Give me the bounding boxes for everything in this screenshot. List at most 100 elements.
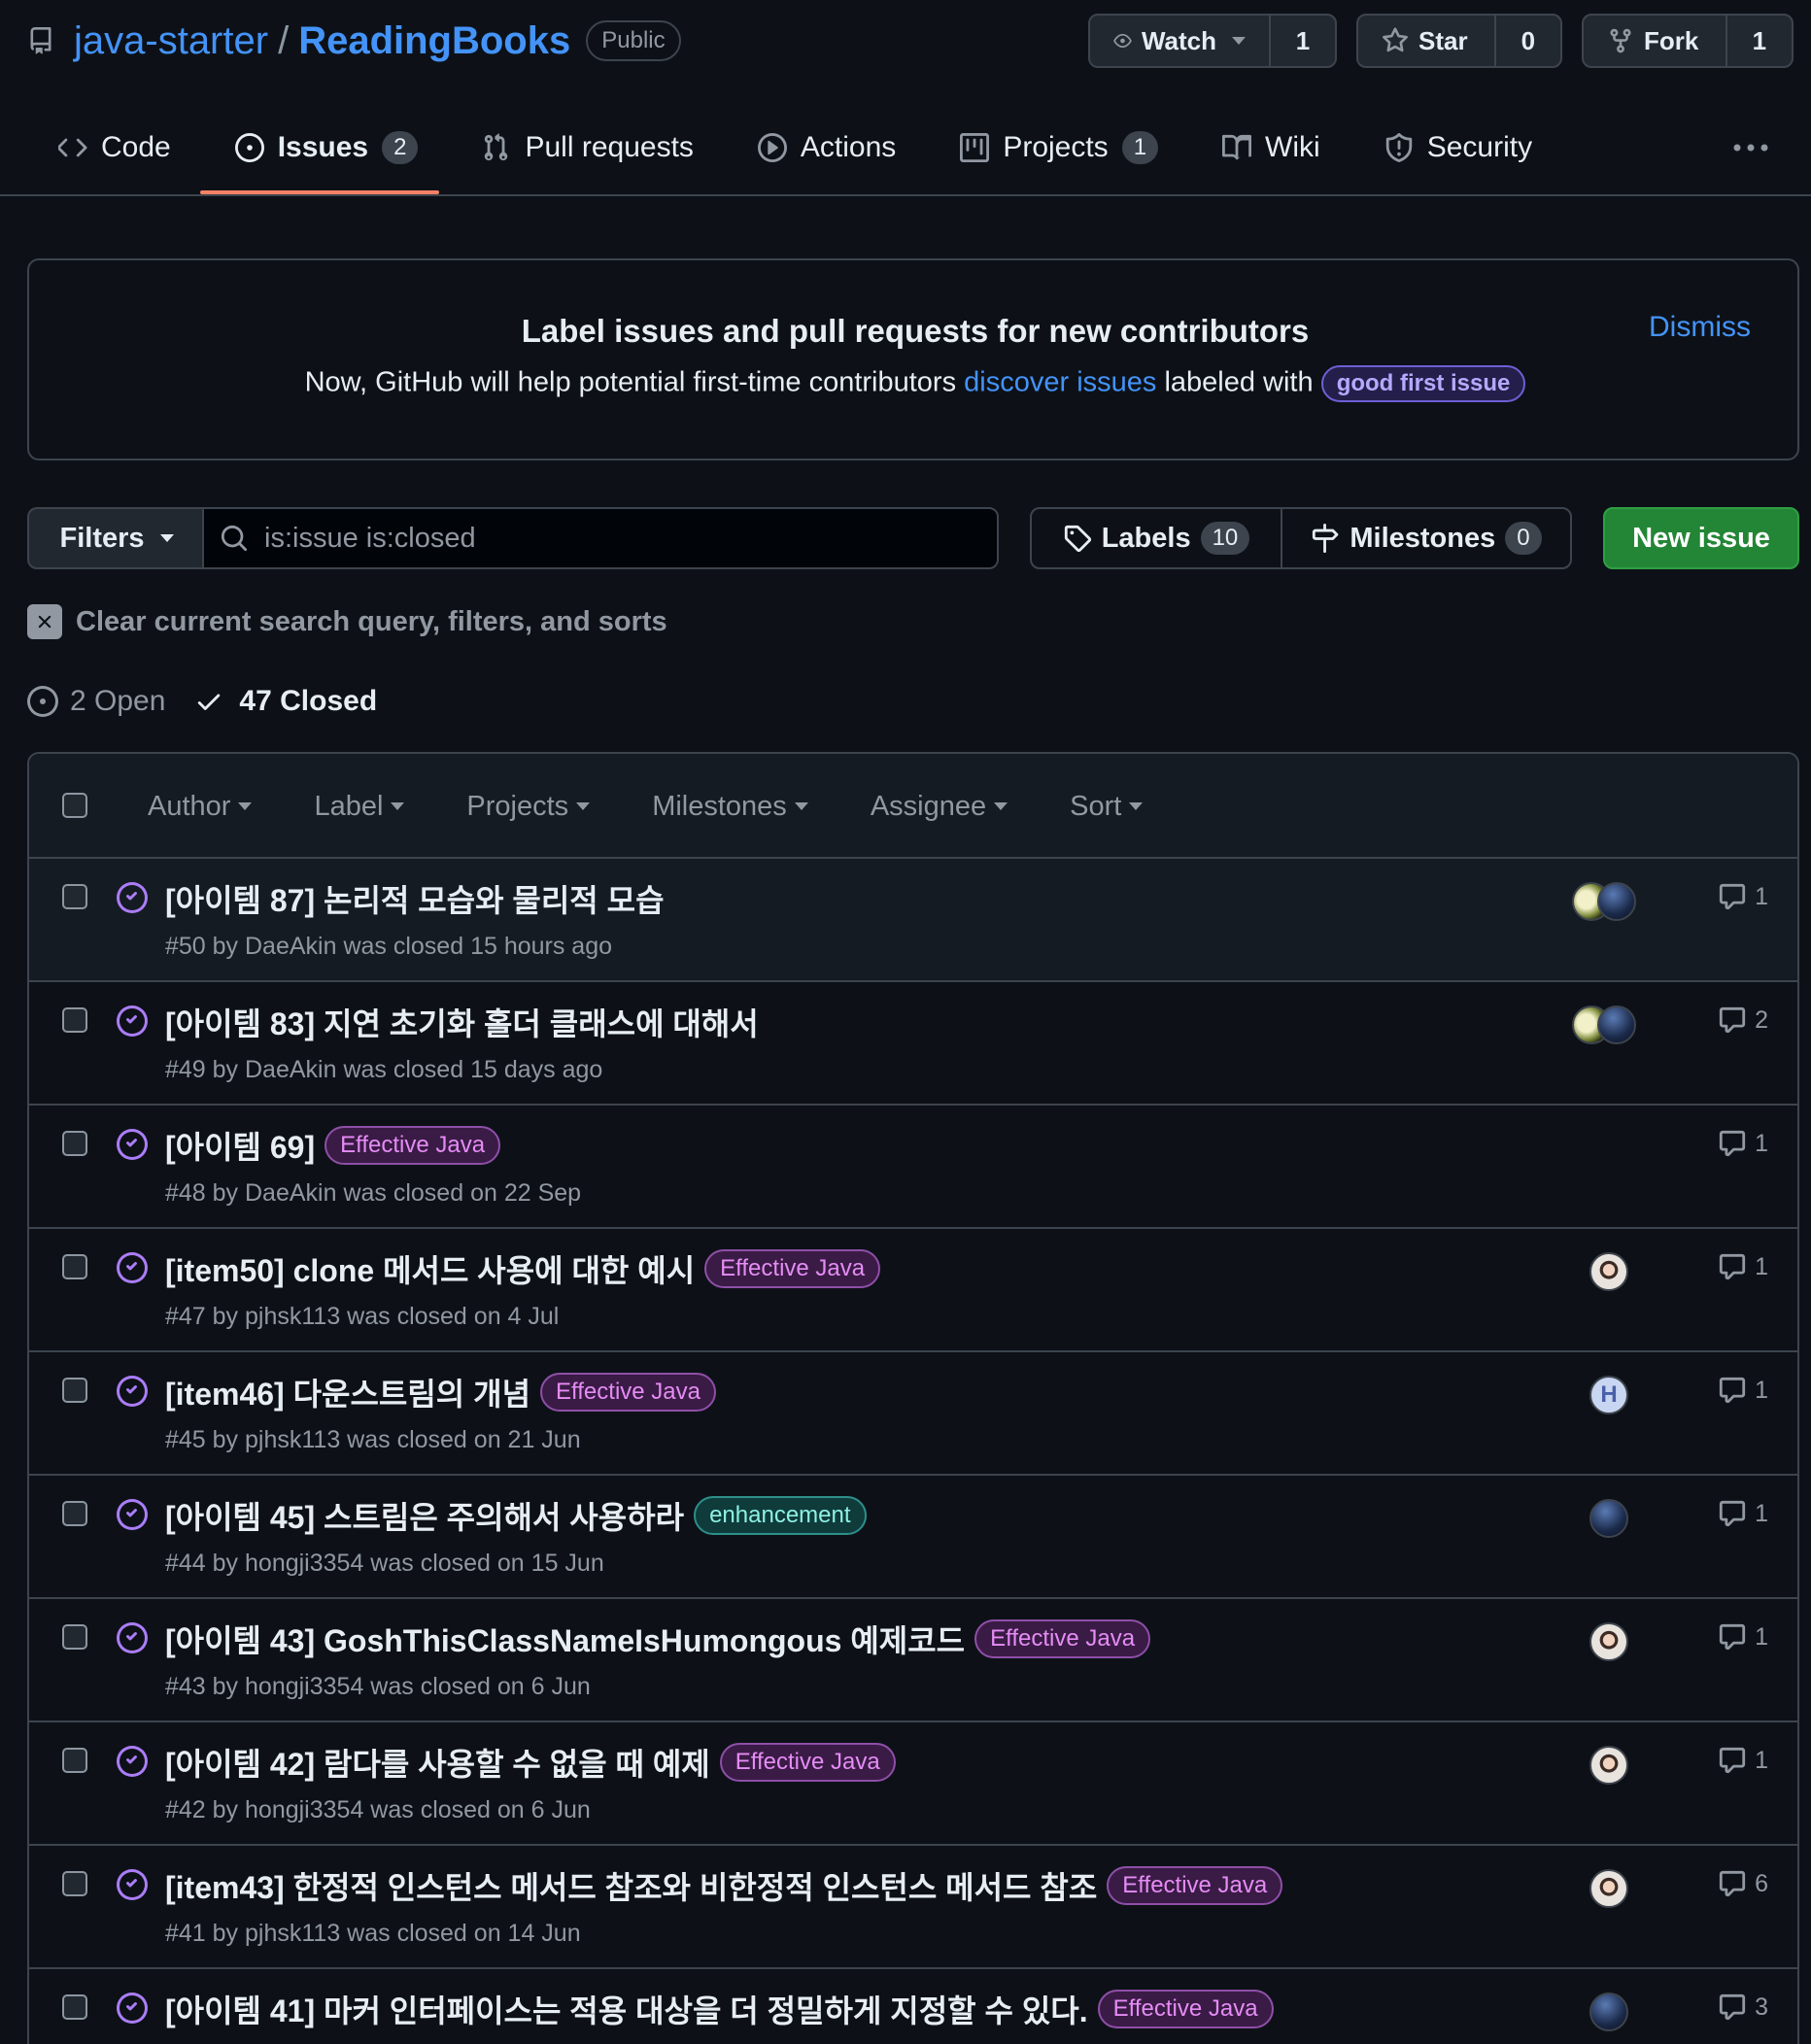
tab-wiki[interactable]: Wiki xyxy=(1222,119,1320,177)
issue-title-line: [아이템 83] 지연 초기화 홀더 클래스에 대해서 xyxy=(165,1000,759,1044)
comments-link[interactable]: 2 xyxy=(1718,1005,1768,1035)
issue-checkbox[interactable] xyxy=(62,1871,87,1896)
comments-link[interactable]: 3 xyxy=(1718,1993,1768,2022)
chevron-down-icon xyxy=(994,802,1008,810)
issue-checkbox[interactable] xyxy=(62,884,87,909)
star-count[interactable]: 0 xyxy=(1493,16,1560,66)
labels-button[interactable]: Labels 10 xyxy=(1032,509,1281,567)
issue-label[interactable]: Effective Java xyxy=(1107,1866,1283,1905)
fork-button[interactable]: Fork xyxy=(1584,16,1726,66)
comments-link[interactable]: 1 xyxy=(1718,882,1768,911)
star-button[interactable]: Star xyxy=(1358,16,1494,66)
comments-link[interactable]: 6 xyxy=(1718,1869,1768,1898)
tab-issues[interactable]: Issues 2 xyxy=(234,119,419,177)
comments-link[interactable]: 1 xyxy=(1718,1376,1768,1405)
avatar[interactable]: H xyxy=(1589,1376,1628,1414)
table-row[interactable]: [아이템 87] 논리적 모습와 물리적 모습 #50 by DaeAkin wa… xyxy=(29,859,1797,982)
table-row[interactable]: [아이템 41] 마커 인터페이스는 적용 대상을 더 정밀하게 지정할 수 있… xyxy=(29,1969,1797,2044)
tab-actions[interactable]: Actions xyxy=(757,119,896,177)
table-row[interactable]: [아이템 43] GoshThisClassNameIsHumongous 예제… xyxy=(29,1599,1797,1722)
author-filter[interactable]: Author xyxy=(148,791,253,823)
issue-checkbox[interactable] xyxy=(62,1994,87,2020)
avatar[interactable] xyxy=(1597,882,1636,921)
comment-count: 1 xyxy=(1755,882,1768,910)
label-filter[interactable]: Label xyxy=(314,791,405,823)
repo-name-link[interactable]: ReadingBooks xyxy=(298,19,570,63)
table-row[interactable]: [아이템 42] 람다를 사용할 수 없을 때 예제 Effective Java… xyxy=(29,1722,1797,1846)
visibility-badge: Public xyxy=(586,20,681,61)
issue-title-line: [item46] 다운스트림의 개념 Effective Java xyxy=(165,1370,716,1414)
table-row[interactable]: [item46] 다운스트림의 개념 Effective Java #45 by p… xyxy=(29,1352,1797,1476)
sort-filter[interactable]: Sort xyxy=(1070,791,1144,823)
tab-security[interactable]: Security xyxy=(1384,119,1532,177)
comment-icon xyxy=(1719,1500,1746,1527)
avatar[interactable] xyxy=(1589,1252,1628,1291)
issue-checkbox[interactable] xyxy=(62,1378,87,1403)
avatar[interactable] xyxy=(1589,1869,1628,1908)
new-issue-button[interactable]: New issue xyxy=(1603,507,1799,569)
issue-title-link[interactable]: [item50] clone 메서드 사용에 대한 예시 xyxy=(165,1246,695,1291)
comments-link[interactable]: 1 xyxy=(1718,1129,1768,1158)
closed-state xyxy=(117,1499,148,1530)
issue-title-link[interactable]: [아이템 45] 스트림은 주의해서 사용하라 xyxy=(165,1493,684,1538)
issue-title-link[interactable]: [아이템 87] 논리적 모습와 물리적 모습 xyxy=(165,876,665,921)
dismiss-button[interactable]: Dismiss xyxy=(1649,311,1751,344)
issue-title-link[interactable]: [아이템 41] 마커 인터페이스는 적용 대상을 더 정밀하게 지정할 수 있… xyxy=(165,1987,1088,2031)
discover-issues-link[interactable]: discover issues xyxy=(964,367,1156,398)
tab-code[interactable]: Code xyxy=(58,119,171,177)
issue-checkbox[interactable] xyxy=(62,1131,87,1156)
table-row[interactable]: [아이템 83] 지연 초기화 홀더 클래스에 대해서 #49 by DaeAki… xyxy=(29,982,1797,1106)
repo-owner-link[interactable]: java-starter xyxy=(74,19,268,63)
clear-filters-link[interactable]: Clear current search query, filters, and… xyxy=(27,602,667,641)
search-input[interactable] xyxy=(264,522,944,555)
issue-title-link[interactable]: [아이템 42] 람다를 사용할 수 없을 때 예제 xyxy=(165,1740,710,1785)
avatar[interactable] xyxy=(1589,1499,1628,1538)
issue-checkbox[interactable] xyxy=(62,1254,87,1279)
comments-link[interactable]: 1 xyxy=(1718,1499,1768,1528)
clear-filters-text: Clear current search query, filters, and… xyxy=(76,605,667,637)
issue-title-link[interactable]: [item43] 한정적 인스턴스 메서드 참조와 비한정적 인스턴스 메서드 … xyxy=(165,1863,1097,1908)
avatar[interactable] xyxy=(1589,1993,1628,2031)
issue-checkbox[interactable] xyxy=(62,1748,87,1773)
issue-label[interactable]: Effective Java xyxy=(974,1619,1151,1658)
issue-title-link[interactable]: [아이템 69] xyxy=(165,1123,315,1168)
issue-checkbox[interactable] xyxy=(62,1624,87,1650)
filters-dropdown[interactable]: Filters xyxy=(27,507,204,569)
assignees xyxy=(1572,1005,1636,1044)
milestones-count: 0 xyxy=(1505,522,1542,555)
table-row[interactable]: [item43] 한정적 인스턴스 메서드 참조와 비한정적 인스턴스 메서드 … xyxy=(29,1846,1797,1969)
avatar[interactable] xyxy=(1597,1005,1636,1044)
closed-issues-link[interactable]: 47 Closed xyxy=(194,685,377,718)
select-all-checkbox[interactable] xyxy=(62,793,87,818)
fork-count[interactable]: 1 xyxy=(1725,16,1792,66)
issue-title-link[interactable]: [아이템 83] 지연 초기화 홀더 클래스에 대해서 xyxy=(165,1000,759,1044)
issue-title-link[interactable]: [아이템 43] GoshThisClassNameIsHumongous 예제… xyxy=(165,1617,965,1661)
issue-label[interactable]: Effective Java xyxy=(540,1373,716,1412)
assignee-filter[interactable]: Assignee xyxy=(871,791,1008,823)
table-row[interactable]: [아이템 45] 스트림은 주의해서 사용하라 enhancement #44 by… xyxy=(29,1476,1797,1599)
table-row[interactable]: [아이템 69] Effective Java #48 by DaeAkin was… xyxy=(29,1106,1797,1229)
comments-link[interactable]: 1 xyxy=(1718,1622,1768,1652)
open-issues-link[interactable]: 2 Open xyxy=(27,685,165,718)
issue-title-link[interactable]: [item46] 다운스트림의 개념 xyxy=(165,1370,530,1414)
more-tabs-button[interactable] xyxy=(1731,134,1770,161)
milestones-filter[interactable]: Milestones xyxy=(652,791,808,823)
issue-label[interactable]: Effective Java xyxy=(704,1249,881,1288)
comments-link[interactable]: 1 xyxy=(1718,1252,1768,1281)
tab-projects[interactable]: Projects 1 xyxy=(960,119,1159,177)
issue-label[interactable]: enhancement xyxy=(694,1496,867,1535)
comments-link[interactable]: 1 xyxy=(1718,1746,1768,1775)
tab-pull-requests[interactable]: Pull requests xyxy=(482,119,694,177)
issue-label[interactable]: Effective Java xyxy=(719,1743,896,1782)
table-row[interactable]: [item50] clone 메서드 사용에 대한 예시 Effective Ja… xyxy=(29,1229,1797,1352)
issue-checkbox[interactable] xyxy=(62,1501,87,1526)
issue-label[interactable]: Effective Java xyxy=(1097,1990,1274,2028)
avatar[interactable] xyxy=(1589,1622,1628,1661)
watch-button[interactable]: Watch xyxy=(1090,16,1269,66)
projects-filter[interactable]: Projects xyxy=(466,791,591,823)
avatar[interactable] xyxy=(1589,1746,1628,1785)
issue-checkbox[interactable] xyxy=(62,1007,87,1033)
watch-count[interactable]: 1 xyxy=(1269,16,1335,66)
milestones-button[interactable]: Milestones 0 xyxy=(1281,509,1570,567)
issue-label[interactable]: Effective Java xyxy=(325,1126,501,1165)
